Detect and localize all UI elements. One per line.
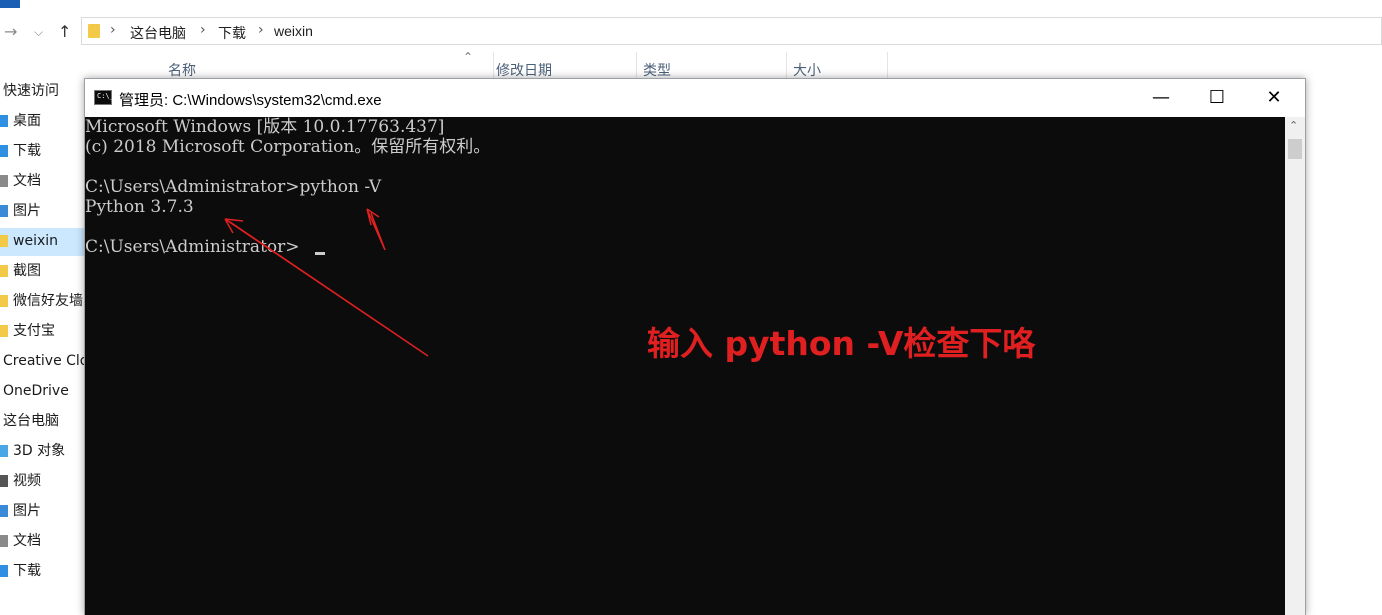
maximize-button[interactable]: ☐	[1194, 79, 1240, 117]
sidebar-item[interactable]: 微信好友墙	[0, 288, 86, 316]
sidebar-item[interactable]: 下载	[0, 558, 86, 586]
sidebar-item-label: 桌面	[13, 113, 41, 129]
sidebar-item[interactable]: 文档	[0, 528, 86, 556]
chevron-down-icon[interactable]: ⌵	[34, 22, 43, 42]
ribbon-tab[interactable]	[0, 0, 20, 8]
sidebar-item-label: 这台电脑	[3, 413, 59, 429]
desktop-icon	[0, 115, 8, 127]
sidebar-item-label: 支付宝	[13, 323, 55, 339]
sidebar-item-label: 截图	[13, 263, 41, 279]
navigation-pane: 快速访问 桌面 下载 文档 图片 weixin 截图 微信好友墙 支付宝 Creative Clo…	[0, 78, 86, 615]
3d-icon	[0, 445, 8, 457]
chevron-right-icon[interactable]: ›	[110, 22, 116, 38]
cmd-app-icon: C:\_	[94, 90, 114, 105]
document-icon	[0, 535, 8, 547]
title-bar[interactable]: C:\_ 管理员: C:\Windows\system32\cmd.exe — …	[85, 79, 1305, 117]
cmd-icon-text: C:\_	[97, 92, 114, 100]
sidebar-item-label: 图片	[13, 203, 41, 219]
picture-icon	[0, 505, 8, 517]
folder-icon	[0, 325, 8, 337]
sidebar-item[interactable]: Creative Clo	[0, 348, 86, 376]
sidebar-item[interactable]: 视频	[0, 468, 86, 496]
scroll-thumb[interactable]	[1288, 139, 1302, 159]
annotation-arrows	[224, 208, 429, 357]
document-icon	[0, 175, 8, 187]
folder-icon	[0, 265, 8, 277]
cmd-window[interactable]: C:\_ 管理员: C:\Windows\system32\cmd.exe — …	[84, 78, 1306, 615]
column-type[interactable]: 类型	[636, 52, 786, 80]
folder-icon	[0, 295, 8, 307]
sidebar-item[interactable]: 这台电脑	[0, 408, 86, 436]
column-modified[interactable]: 修改日期	[493, 52, 636, 80]
sidebar-item-label: Creative Clo	[3, 353, 86, 369]
sidebar-item[interactable]: 图片	[0, 498, 86, 526]
sidebar-item[interactable]: 截图	[0, 258, 86, 286]
sidebar-item[interactable]: OneDrive	[0, 378, 86, 406]
up-arrow-icon[interactable]: ↑	[58, 22, 71, 42]
sidebar-item[interactable]: 下载	[0, 138, 86, 166]
download-icon	[0, 565, 8, 577]
sidebar-item-label: 下载	[13, 563, 41, 579]
sidebar-item-label: 快速访问	[3, 83, 59, 99]
sidebar-item[interactable]: 快速访问	[0, 78, 86, 106]
sidebar-item-label: 文档	[13, 173, 41, 189]
video-icon	[0, 475, 8, 487]
download-icon	[0, 145, 8, 157]
sidebar-item-label: 图片	[13, 503, 41, 519]
sidebar-item-label: 下载	[13, 143, 41, 159]
sidebar-item[interactable]: 支付宝	[0, 318, 86, 346]
minimize-button[interactable]: —	[1138, 79, 1184, 117]
arrow-to-command	[366, 208, 386, 251]
sidebar-item-label: weixin	[13, 233, 59, 249]
chevron-right-icon[interactable]: ›	[258, 22, 264, 38]
window-title: 管理员: C:\Windows\system32\cmd.exe	[119, 92, 382, 109]
back-arrow-icon[interactable]: →	[4, 22, 17, 42]
column-size[interactable]: 大小	[786, 52, 888, 80]
close-button[interactable]: ✕	[1251, 79, 1297, 117]
sidebar-item[interactable]: 桌面	[0, 108, 86, 136]
breadcrumb-weixin[interactable]: weixin	[274, 23, 313, 39]
sidebar-item[interactable]: 3D 对象	[0, 438, 86, 466]
column-name[interactable]: 名称	[146, 52, 493, 80]
scroll-up-icon[interactable]: ⌃	[1289, 119, 1298, 132]
sidebar-item[interactable]: weixin	[0, 228, 86, 256]
sidebar-item-label: 视频	[13, 473, 41, 489]
breadcrumb-this-pc[interactable]: 这台电脑	[130, 23, 186, 43]
column-header: ⌃ 名称 修改日期 类型 大小	[146, 50, 888, 80]
address-bar[interactable]: › 这台电脑 › 下载 › weixin	[81, 17, 1382, 45]
sidebar-item-label: 文档	[13, 533, 41, 549]
sidebar-item-label: 微信好友墙	[13, 293, 83, 309]
address-row: → ⌵ ↑ › 这台电脑 › 下载 › weixin	[0, 10, 1382, 52]
folder-icon	[88, 24, 100, 38]
folder-icon	[0, 235, 8, 247]
arrow-to-version	[224, 218, 429, 357]
chevron-right-icon[interactable]: ›	[200, 22, 206, 38]
sidebar-item-label: 3D 对象	[13, 443, 66, 459]
sidebar-item-label: OneDrive	[3, 383, 69, 399]
sidebar-item[interactable]: 文档	[0, 168, 86, 196]
vertical-scrollbar[interactable]: ⌃	[1285, 117, 1305, 615]
picture-icon	[0, 205, 8, 217]
breadcrumb-downloads[interactable]: 下载	[218, 23, 246, 43]
console-output[interactable]: Microsoft Windows [版本 10.0.17763.437] (c…	[85, 117, 1285, 615]
sidebar-item[interactable]: 图片	[0, 198, 86, 226]
